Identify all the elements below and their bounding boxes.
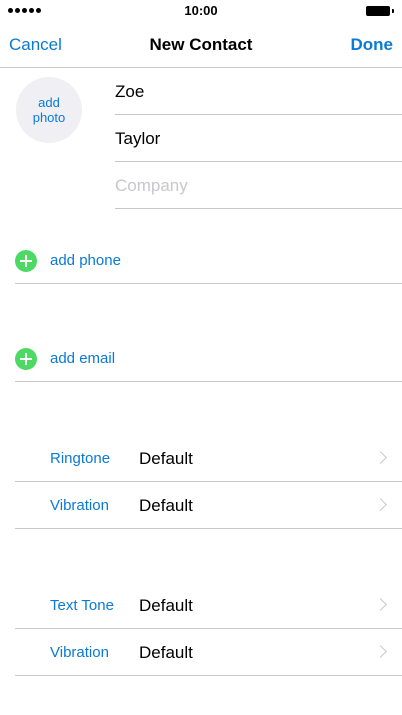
plus-circle-icon[interactable] [15,250,37,272]
status-bar: 10:00 [0,0,402,22]
chevron-right-icon [374,451,387,464]
navigation-bar: Cancel New Contact Done [0,22,402,68]
last-name-field[interactable]: Taylor [115,115,402,162]
vibration-row[interactable]: Vibration Default [15,482,402,529]
ringtone-row[interactable]: Ringtone Default [15,435,402,482]
text-tone-row[interactable]: Text Tone Default [15,582,402,629]
add-phone-label[interactable]: add phone [50,237,121,284]
text-vibration-label: Vibration [50,644,109,661]
text-tone-label: Text Tone [50,597,114,614]
ringtone-value: Default [139,449,193,468]
chevron-right-icon [374,498,387,511]
vibration-value: Default [139,496,193,515]
text-tone-value: Default [139,596,193,615]
chevron-right-icon [374,598,387,611]
add-email-row[interactable]: add email [15,335,402,382]
text-vibration-value: Default [139,643,193,662]
add-phone-row[interactable]: add phone [15,237,402,284]
chevron-right-icon [374,645,387,658]
vibration-label: Vibration [50,497,109,514]
plus-circle-icon[interactable] [15,348,37,370]
add-email-label[interactable]: add email [50,335,115,382]
page-title: New Contact [149,35,253,54]
first-name-field[interactable]: Zoe [115,68,402,115]
add-photo-label-line2: photo [32,110,66,125]
company-field[interactable]: Company [115,162,402,209]
done-button[interactable]: Done [351,35,394,55]
text-vibration-row[interactable]: Vibration Default [15,629,402,676]
ringtone-label: Ringtone [50,450,111,467]
add-photo-button[interactable]: add photo [16,77,82,143]
status-time: 10:00 [184,3,218,18]
battery-icon [366,6,394,16]
add-photo-label-line1: add [38,95,60,110]
